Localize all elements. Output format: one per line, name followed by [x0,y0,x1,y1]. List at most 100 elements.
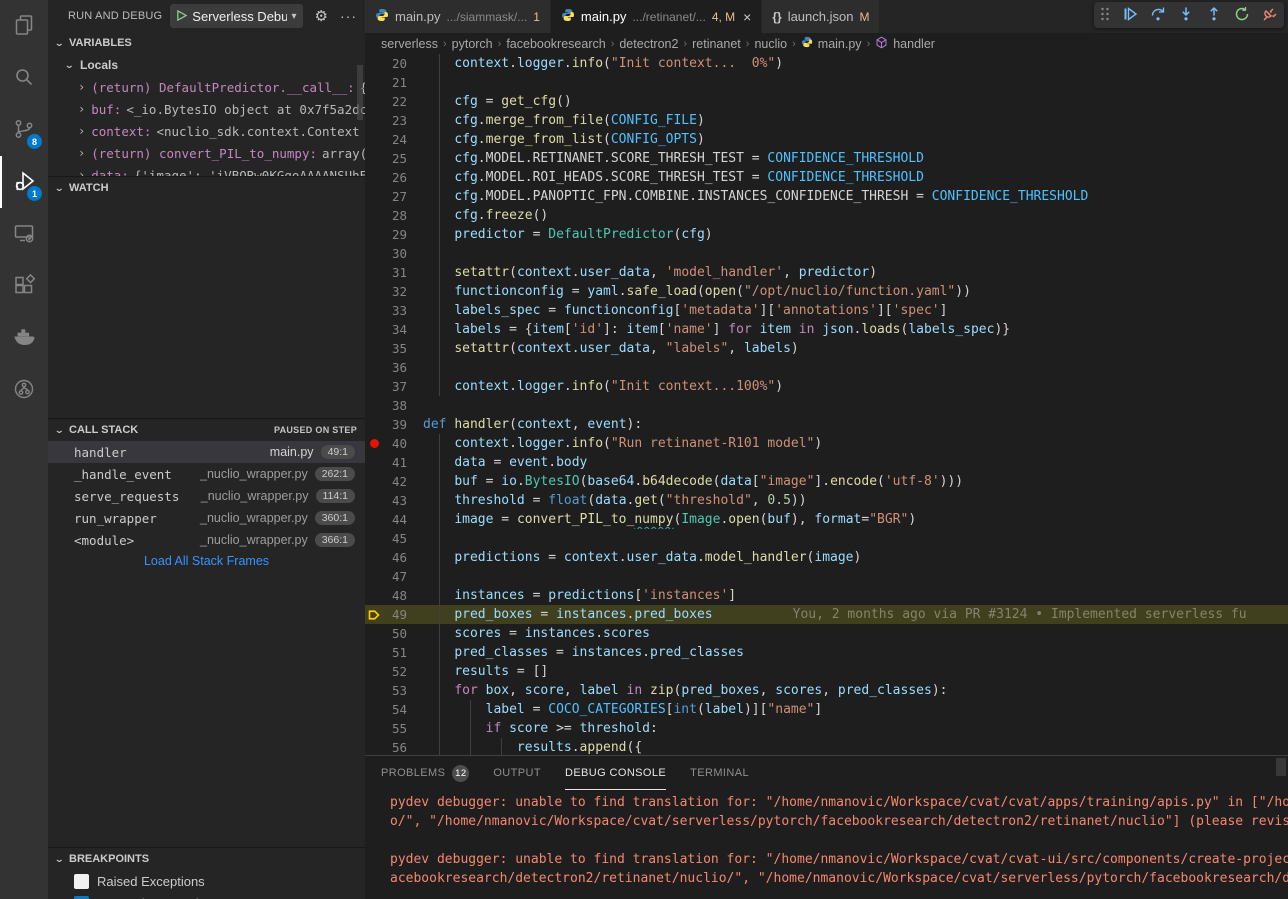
code-line[interactable]: 27 cfg.MODEL.PANOPTIC_FPN.COMBINE.INSTAN… [365,187,1288,206]
code-line[interactable]: 23 cfg.merge_from_file(CONFIG_FILE) [365,111,1288,130]
tab-problems[interactable]: PROBLEMS 12 [381,756,469,790]
variables-scope-locals[interactable]: ⌄ Locals [48,54,365,76]
code-line[interactable]: 28 cfg.freeze() [365,206,1288,225]
breakpoint-icon[interactable] [365,434,383,453]
line-gutter[interactable]: 36 [365,358,423,377]
line-gutter[interactable]: 28 [365,206,423,225]
line-gutter[interactable]: 23 [365,111,423,130]
code-line[interactable]: 50 scores = instances.scores [365,624,1288,643]
line-gutter[interactable]: 31 [365,263,423,282]
code-line[interactable]: 34 labels = {item['id']: item['name'] fo… [365,320,1288,339]
breadcrumb-item[interactable]: handler [893,37,935,51]
breakpoint-item[interactable]: Raised Exceptions [48,870,365,892]
code-line[interactable]: 39def handler(context, event): [365,415,1288,434]
code-line[interactable]: 52 results = [] [365,662,1288,681]
breadcrumb-item[interactable]: main.py [818,37,862,51]
launch-config-dropdown[interactable]: Serverless Debu ▾ [170,4,302,28]
code-line[interactable]: 37 context.logger.info("Init context...1… [365,377,1288,396]
line-gutter[interactable]: 24 [365,130,423,149]
breadcrumb-item[interactable]: facebookresearch [506,37,605,51]
call-stack-frame[interactable]: handlermain.py49:1 [48,441,365,463]
breakpoints-header[interactable]: ⌄ BREAKPOINTS [48,848,365,870]
tab-debug-console[interactable]: DEBUG CONSOLE [565,756,666,790]
step-into-button[interactable] [1178,6,1194,25]
step-out-button[interactable] [1206,6,1222,25]
call-stack-frame[interactable]: run_wrapper_nuclio_wrapper.py360:1 [48,507,365,529]
tab-terminal[interactable]: TERMINAL [690,756,749,790]
close-icon[interactable]: × [743,9,751,25]
checkbox[interactable]: ✓ [74,896,89,899]
line-gutter[interactable]: 20 [365,54,423,73]
call-stack-frame[interactable]: _handle_event_nuclio_wrapper.py262:1 [48,463,365,485]
sidebar-item-docker[interactable] [0,312,48,364]
code-line[interactable]: 49 pred_boxes = instances.pred_boxesYou,… [365,605,1288,624]
load-all-stack-frames-link[interactable]: Load All Stack Frames [48,551,365,571]
checkbox[interactable] [74,874,89,889]
line-gutter[interactable]: 25 [365,149,423,168]
variable-row[interactable]: ›buf:<_io.BytesIO object at 0x7f5a2dc1ec… [48,98,365,120]
more-actions-icon[interactable]: ··· [340,8,357,24]
watch-header[interactable]: ⌄ WATCH [48,177,365,199]
restart-button[interactable] [1234,6,1250,25]
line-gutter[interactable]: 32 [365,282,423,301]
code-line[interactable]: 25 cfg.MODEL.RETINANET.SCORE_THRESH_TEST… [365,149,1288,168]
code-line[interactable]: 42 buf = io.BytesIO(base64.b64decode(dat… [365,472,1288,491]
code-line[interactable]: 56 results.append({ [365,738,1288,755]
code-line[interactable]: 54 label = COCO_CATEGORIES[int(label)]["… [365,700,1288,719]
tab-launch-json[interactable]: {} launch.json M [762,0,880,33]
variable-row[interactable]: ›(return) convert_PIL_to_numpy:array([[[… [48,142,365,164]
code-editor[interactable]: 20 context.logger.info("Init context... … [365,54,1288,755]
code-line[interactable]: 44 image = convert_PIL_to_numpy(Image.op… [365,510,1288,529]
line-gutter[interactable]: 27 [365,187,423,206]
line-gutter[interactable]: 30 [365,244,423,263]
line-gutter[interactable]: 38 [365,396,423,415]
sidebar-item-explorer[interactable] [0,0,48,52]
line-gutter[interactable]: 48 [365,586,423,605]
code-line[interactable]: 43 threshold = float(data.get("threshold… [365,491,1288,510]
line-gutter[interactable]: 33 [365,301,423,320]
code-line[interactable]: 26 cfg.MODEL.ROI_HEADS.SCORE_THRESH_TEST… [365,168,1288,187]
code-line[interactable]: 35 setattr(context.user_data, "labels", … [365,339,1288,358]
code-line[interactable]: 51 pred_classes = instances.pred_classes [365,643,1288,662]
line-gutter[interactable]: 43 [365,491,423,510]
call-stack-frame[interactable]: serve_requests_nuclio_wrapper.py114:1 [48,485,365,507]
line-gutter[interactable]: 50 [365,624,423,643]
code-line[interactable]: 24 cfg.merge_from_list(CONFIG_OPTS) [365,130,1288,149]
sidebar-item-source-control[interactable]: 8 [0,104,48,156]
drag-handle-icon[interactable] [1100,6,1110,25]
sidebar-item-extensions[interactable] [0,260,48,312]
line-gutter[interactable]: 21 [365,73,423,92]
code-line[interactable]: 55 if score >= threshold: [365,719,1288,738]
code-line[interactable]: 45 [365,529,1288,548]
breakpoint-item[interactable]: ✓Uncaught Exceptions [48,892,365,899]
line-gutter[interactable]: 29 [365,225,423,244]
line-gutter[interactable]: 39 [365,415,423,434]
line-gutter[interactable]: 56 [365,738,423,755]
code-line[interactable]: 48 instances = predictions['instances'] [365,586,1288,605]
code-line[interactable]: 53 for box, score, label in zip(pred_box… [365,681,1288,700]
line-gutter[interactable]: 26 [365,168,423,187]
code-line[interactable]: 29 predictor = DefaultPredictor(cfg) [365,225,1288,244]
call-stack-header[interactable]: ⌄ CALL STACK PAUSED ON STEP [48,419,365,441]
line-gutter[interactable]: 45 [365,529,423,548]
panel-scrollbar[interactable] [1276,758,1286,776]
sidebar-item-search[interactable] [0,52,48,104]
code-line[interactable]: 21 [365,73,1288,92]
line-gutter[interactable]: 47 [365,567,423,586]
code-line[interactable]: 30 [365,244,1288,263]
line-gutter[interactable]: 54 [365,700,423,719]
debug-console-output[interactable]: pydev debugger: unable to find translati… [365,790,1288,888]
code-line[interactable]: 47 [365,567,1288,586]
sidebar-item-git-graph[interactable] [0,364,48,416]
line-gutter[interactable]: 55 [365,719,423,738]
breadcrumb-item[interactable]: nuclio [754,37,787,51]
code-line[interactable]: 38 [365,396,1288,415]
sidebar-item-run-and-debug[interactable]: 1 [0,156,48,208]
breadcrumb-item[interactable]: pytorch [452,37,493,51]
line-gutter[interactable]: 40 [365,434,423,453]
disconnect-button[interactable] [1262,6,1278,25]
code-line[interactable]: 32 functionconfig = yaml.safe_load(open(… [365,282,1288,301]
line-gutter[interactable]: 42 [365,472,423,491]
breadcrumb-item[interactable]: serverless [381,37,438,51]
tab-output[interactable]: OUTPUT [493,756,541,790]
